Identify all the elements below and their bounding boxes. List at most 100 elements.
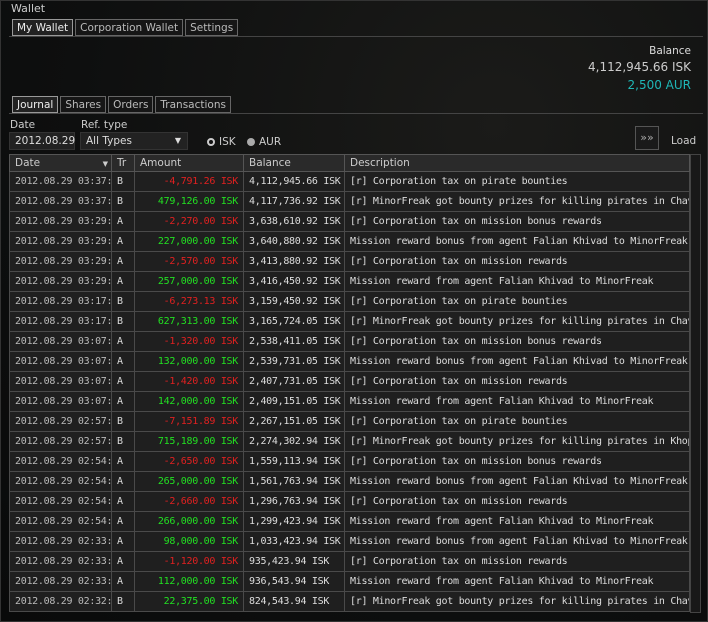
column-header-amount[interactable]: Amount [134, 154, 244, 172]
cell-amount: 227,000.00 ISK [134, 231, 244, 252]
table-row[interactable]: 2012.08.29 02:54: A 265,000.00 ISK 1,561,76… [9, 471, 690, 492]
cell-type: B [111, 431, 135, 452]
cell-date: 2012.08.29 03:07: [9, 351, 112, 372]
cell-date: 2012.08.29 03:07: [9, 391, 112, 412]
cell-amount: -1,420.00 ISK [134, 371, 244, 392]
cell-description: [r] Corporation tax on pirate bounties [344, 411, 690, 432]
cell-type: A [111, 511, 135, 532]
table-row[interactable]: 2012.08.29 03:37: B -4,791.26 ISK 4,112,945… [9, 171, 690, 192]
cell-balance: 2,267,151.05 ISK [243, 411, 345, 432]
cell-type: B [111, 591, 135, 612]
tab-my-wallet[interactable]: My Wallet [12, 19, 74, 36]
cell-type: A [111, 331, 135, 352]
table-row[interactable]: 2012.08.29 03:17: B 627,313.00 ISK 3,165,72… [9, 311, 690, 332]
cell-type: A [111, 211, 135, 232]
load-arrows-icon[interactable]: »» [635, 126, 659, 150]
cell-type: B [111, 191, 135, 212]
table-row[interactable]: 2012.08.29 02:33: A -1,120.00 ISK 935,423.9… [9, 551, 690, 572]
table-row[interactable]: 2012.08.29 02:33: A 98,000.00 ISK 1,033,423… [9, 531, 690, 552]
cell-description: [r] MinorFreak got bounty prizes for kil… [344, 591, 690, 612]
cell-date: 2012.08.29 02:54: [9, 451, 112, 472]
journal-tabs: Journal Shares Orders Transactions [12, 96, 231, 113]
ref-type-select[interactable]: All Types ▼ [80, 132, 188, 150]
cell-date: 2012.08.29 03:29: [9, 251, 112, 272]
table-row[interactable]: 2012.08.29 02:57: B 715,189.00 ISK 2,274,30… [9, 431, 690, 452]
cell-balance: 1,033,423.94 ISK [243, 531, 345, 552]
cell-description: Mission reward from agent Falian Khivad … [344, 391, 690, 412]
table-row[interactable]: 2012.08.29 03:07: A -1,420.00 ISK 2,407,731… [9, 371, 690, 392]
cell-date: 2012.08.29 02:32: [9, 591, 112, 612]
cell-date: 2012.08.29 03:17: [9, 311, 112, 332]
table-row[interactable]: 2012.08.29 03:07: A 132,000.00 ISK 2,539,73… [9, 351, 690, 372]
column-header-tr[interactable]: Tr [111, 154, 135, 172]
wallet-window: Wallet My Wallet Corporation Wallet Settin… [0, 0, 708, 622]
tab-journal[interactable]: Journal [12, 96, 59, 113]
cell-type: A [111, 231, 135, 252]
tab-shares[interactable]: Shares [60, 96, 107, 113]
cell-balance: 3,165,724.05 ISK [243, 311, 345, 332]
cell-amount: -2,270.00 ISK [134, 211, 244, 232]
balance-isk: 4,112,945.66 ISK [588, 60, 691, 74]
isk-radio[interactable]: ISK [207, 136, 236, 148]
table-row[interactable]: 2012.08.29 03:29: A 227,000.00 ISK 3,640,88… [9, 231, 690, 252]
ref-type-label: Ref. type [81, 119, 128, 131]
cell-date: 2012.08.29 02:54: [9, 511, 112, 532]
column-header-label: Date [15, 157, 41, 169]
cell-type: A [111, 391, 135, 412]
cell-amount: -2,650.00 ISK [134, 451, 244, 472]
balance-label: Balance [649, 45, 691, 57]
cell-amount: 265,000.00 ISK [134, 471, 244, 492]
sort-desc-icon: ▼ [102, 160, 108, 168]
cell-type: A [111, 271, 135, 292]
cell-amount: 142,000.00 ISK [134, 391, 244, 412]
aur-radio[interactable]: AUR [247, 136, 281, 148]
table-row[interactable]: 2012.08.29 03:29: A 257,000.00 ISK 3,416,45… [9, 271, 690, 292]
cell-amount: 627,313.00 ISK [134, 311, 244, 332]
radio-unselected-icon [247, 138, 255, 146]
column-header-balance[interactable]: Balance [243, 154, 345, 172]
table-row[interactable]: 2012.08.29 02:54: A -2,650.00 ISK 1,559,113… [9, 451, 690, 472]
cell-balance: 3,638,610.92 ISK [243, 211, 345, 232]
cell-description: [r] Corporation tax on pirate bounties [344, 291, 690, 312]
cell-type: A [111, 251, 135, 272]
load-button[interactable]: Load [671, 135, 696, 147]
column-header-date[interactable]: Date ▼ [9, 154, 112, 172]
table-row[interactable]: 2012.08.29 03:07: A -1,320.00 ISK 2,538,411… [9, 331, 690, 352]
tab-settings[interactable]: Settings [185, 19, 239, 36]
table-row[interactable]: 2012.08.29 03:29: A -2,270.00 ISK 3,638,610… [9, 211, 690, 232]
radio-selected-icon [207, 138, 215, 146]
cell-amount: 112,000.00 ISK [134, 571, 244, 592]
cell-amount: -2,570.00 ISK [134, 251, 244, 272]
table-row[interactable]: 2012.08.29 02:54: A -2,660.00 ISK 1,296,763… [9, 491, 690, 512]
cell-date: 2012.08.29 03:07: [9, 371, 112, 392]
table-row[interactable]: 2012.08.29 03:07: A 142,000.00 ISK 2,409,15… [9, 391, 690, 412]
cell-date: 2012.08.29 03:29: [9, 231, 112, 252]
cell-type: A [111, 371, 135, 392]
tab-transactions[interactable]: Transactions [155, 96, 231, 113]
table-row[interactable]: 2012.08.29 03:29: A -2,570.00 ISK 3,413,880… [9, 251, 690, 272]
cell-description: [r] Corporation tax on mission bonus rew… [344, 451, 690, 472]
column-header-label: Description [350, 157, 410, 169]
cell-type: A [111, 471, 135, 492]
cell-date: 2012.08.29 02:33: [9, 571, 112, 592]
table-row[interactable]: 2012.08.29 03:37: B 479,126.00 ISK 4,117,73… [9, 191, 690, 212]
table-row[interactable]: 2012.08.29 03:17: B -6,273.13 ISK 3,159,450… [9, 291, 690, 312]
cell-description: [r] Corporation tax on mission rewards [344, 551, 690, 572]
aur-radio-label: AUR [259, 136, 282, 148]
tab-corporation-wallet[interactable]: Corporation Wallet [75, 19, 184, 36]
column-header-description[interactable]: Description [344, 154, 690, 172]
cell-type: B [111, 291, 135, 312]
table-row[interactable]: 2012.08.29 02:54: A 266,000.00 ISK 1,299,42… [9, 511, 690, 532]
table-row[interactable]: 2012.08.29 02:32: B 22,375.00 ISK 824,543.9… [9, 591, 690, 612]
scrollbar[interactable] [690, 154, 701, 613]
cell-description: Mission reward from agent Falian Khivad … [344, 511, 690, 532]
cell-amount: 132,000.00 ISK [134, 351, 244, 372]
table-row[interactable]: 2012.08.29 02:57: B -7,151.89 ISK 2,267,151… [9, 411, 690, 432]
column-header-label: Balance [249, 157, 291, 169]
table-row[interactable]: 2012.08.29 02:33: A 112,000.00 ISK 936,543.… [9, 571, 690, 592]
tab-orders[interactable]: Orders [108, 96, 154, 113]
cell-amount: 715,189.00 ISK [134, 431, 244, 452]
date-input[interactable]: 2012.08.29 [9, 132, 75, 150]
ref-type-value: All Types [86, 135, 132, 147]
cell-amount: -2,660.00 ISK [134, 491, 244, 512]
